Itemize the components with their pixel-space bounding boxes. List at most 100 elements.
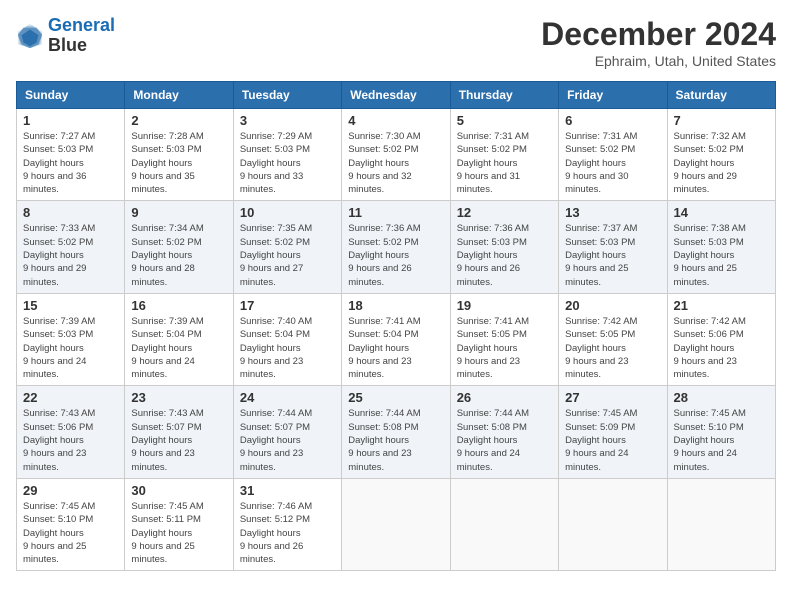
calendar-cell: 25 Sunrise: 7:44 AM Sunset: 5:08 PM Dayl… [342,386,450,478]
calendar-header-cell: Sunday [17,82,125,109]
day-number: 10 [240,205,335,220]
day-number: 4 [348,113,443,128]
day-info: Sunrise: 7:32 AM Sunset: 5:02 PM Dayligh… [674,130,769,196]
day-info: Sunrise: 7:39 AM Sunset: 5:03 PM Dayligh… [23,315,118,381]
calendar-cell: 19 Sunrise: 7:41 AM Sunset: 5:05 PM Dayl… [450,293,558,385]
calendar-cell: 3 Sunrise: 7:29 AM Sunset: 5:03 PM Dayli… [233,109,341,201]
calendar-week-row: 15 Sunrise: 7:39 AM Sunset: 5:03 PM Dayl… [17,293,776,385]
calendar-cell: 6 Sunrise: 7:31 AM Sunset: 5:02 PM Dayli… [559,109,667,201]
calendar-week-row: 22 Sunrise: 7:43 AM Sunset: 5:06 PM Dayl… [17,386,776,478]
day-info: Sunrise: 7:31 AM Sunset: 5:02 PM Dayligh… [565,130,660,196]
calendar-cell: 28 Sunrise: 7:45 AM Sunset: 5:10 PM Dayl… [667,386,775,478]
day-number: 9 [131,205,226,220]
calendar-body: 1 Sunrise: 7:27 AM Sunset: 5:03 PM Dayli… [17,109,776,571]
day-info: Sunrise: 7:43 AM Sunset: 5:07 PM Dayligh… [131,407,226,473]
day-number: 18 [348,298,443,313]
calendar-week-row: 29 Sunrise: 7:45 AM Sunset: 5:10 PM Dayl… [17,478,776,570]
day-number: 20 [565,298,660,313]
calendar-header-cell: Friday [559,82,667,109]
calendar-cell: 13 Sunrise: 7:37 AM Sunset: 5:03 PM Dayl… [559,201,667,293]
day-number: 19 [457,298,552,313]
day-info: Sunrise: 7:45 AM Sunset: 5:10 PM Dayligh… [674,407,769,473]
calendar-cell: 16 Sunrise: 7:39 AM Sunset: 5:04 PM Dayl… [125,293,233,385]
calendar-cell: 11 Sunrise: 7:36 AM Sunset: 5:02 PM Dayl… [342,201,450,293]
calendar-cell: 26 Sunrise: 7:44 AM Sunset: 5:08 PM Dayl… [450,386,558,478]
day-number: 2 [131,113,226,128]
calendar-cell: 29 Sunrise: 7:45 AM Sunset: 5:10 PM Dayl… [17,478,125,570]
day-number: 29 [23,483,118,498]
day-number: 6 [565,113,660,128]
calendar-cell: 15 Sunrise: 7:39 AM Sunset: 5:03 PM Dayl… [17,293,125,385]
calendar-header-cell: Monday [125,82,233,109]
day-info: Sunrise: 7:45 AM Sunset: 5:09 PM Dayligh… [565,407,660,473]
day-info: Sunrise: 7:28 AM Sunset: 5:03 PM Dayligh… [131,130,226,196]
day-info: Sunrise: 7:36 AM Sunset: 5:02 PM Dayligh… [348,222,443,288]
day-info: Sunrise: 7:31 AM Sunset: 5:02 PM Dayligh… [457,130,552,196]
calendar-header-cell: Wednesday [342,82,450,109]
calendar-cell [450,478,558,570]
calendar-cell: 8 Sunrise: 7:33 AM Sunset: 5:02 PM Dayli… [17,201,125,293]
calendar-cell: 2 Sunrise: 7:28 AM Sunset: 5:03 PM Dayli… [125,109,233,201]
day-number: 11 [348,205,443,220]
calendar-cell: 10 Sunrise: 7:35 AM Sunset: 5:02 PM Dayl… [233,201,341,293]
day-info: Sunrise: 7:37 AM Sunset: 5:03 PM Dayligh… [565,222,660,288]
calendar-cell: 17 Sunrise: 7:40 AM Sunset: 5:04 PM Dayl… [233,293,341,385]
calendar-cell: 31 Sunrise: 7:46 AM Sunset: 5:12 PM Dayl… [233,478,341,570]
calendar-cell: 23 Sunrise: 7:43 AM Sunset: 5:07 PM Dayl… [125,386,233,478]
day-info: Sunrise: 7:30 AM Sunset: 5:02 PM Dayligh… [348,130,443,196]
day-info: Sunrise: 7:38 AM Sunset: 5:03 PM Dayligh… [674,222,769,288]
day-number: 14 [674,205,769,220]
calendar-week-row: 8 Sunrise: 7:33 AM Sunset: 5:02 PM Dayli… [17,201,776,293]
page-header: General Blue December 2024 Ephraim, Utah… [16,16,776,69]
day-number: 8 [23,205,118,220]
day-number: 12 [457,205,552,220]
location: Ephraim, Utah, United States [541,53,776,69]
day-number: 1 [23,113,118,128]
logo-text: General Blue [48,16,115,56]
calendar-cell [559,478,667,570]
calendar-cell: 24 Sunrise: 7:44 AM Sunset: 5:07 PM Dayl… [233,386,341,478]
calendar-cell: 20 Sunrise: 7:42 AM Sunset: 5:05 PM Dayl… [559,293,667,385]
day-number: 5 [457,113,552,128]
day-info: Sunrise: 7:46 AM Sunset: 5:12 PM Dayligh… [240,500,335,566]
day-number: 31 [240,483,335,498]
day-info: Sunrise: 7:29 AM Sunset: 5:03 PM Dayligh… [240,130,335,196]
day-info: Sunrise: 7:33 AM Sunset: 5:02 PM Dayligh… [23,222,118,288]
day-number: 28 [674,390,769,405]
day-number: 27 [565,390,660,405]
day-info: Sunrise: 7:34 AM Sunset: 5:02 PM Dayligh… [131,222,226,288]
calendar-cell: 12 Sunrise: 7:36 AM Sunset: 5:03 PM Dayl… [450,201,558,293]
day-info: Sunrise: 7:39 AM Sunset: 5:04 PM Dayligh… [131,315,226,381]
calendar-cell: 14 Sunrise: 7:38 AM Sunset: 5:03 PM Dayl… [667,201,775,293]
day-info: Sunrise: 7:36 AM Sunset: 5:03 PM Dayligh… [457,222,552,288]
calendar-header-row: SundayMondayTuesdayWednesdayThursdayFrid… [17,82,776,109]
day-info: Sunrise: 7:44 AM Sunset: 5:08 PM Dayligh… [348,407,443,473]
day-info: Sunrise: 7:41 AM Sunset: 5:05 PM Dayligh… [457,315,552,381]
calendar-cell: 9 Sunrise: 7:34 AM Sunset: 5:02 PM Dayli… [125,201,233,293]
day-number: 21 [674,298,769,313]
day-info: Sunrise: 7:35 AM Sunset: 5:02 PM Dayligh… [240,222,335,288]
day-info: Sunrise: 7:44 AM Sunset: 5:07 PM Dayligh… [240,407,335,473]
day-number: 22 [23,390,118,405]
day-info: Sunrise: 7:42 AM Sunset: 5:06 PM Dayligh… [674,315,769,381]
day-info: Sunrise: 7:41 AM Sunset: 5:04 PM Dayligh… [348,315,443,381]
calendar-cell: 18 Sunrise: 7:41 AM Sunset: 5:04 PM Dayl… [342,293,450,385]
logo: General Blue [16,16,115,56]
day-number: 7 [674,113,769,128]
calendar-header-cell: Saturday [667,82,775,109]
day-number: 16 [131,298,226,313]
day-number: 25 [348,390,443,405]
calendar-cell: 1 Sunrise: 7:27 AM Sunset: 5:03 PM Dayli… [17,109,125,201]
day-info: Sunrise: 7:27 AM Sunset: 5:03 PM Dayligh… [23,130,118,196]
day-number: 13 [565,205,660,220]
day-info: Sunrise: 7:43 AM Sunset: 5:06 PM Dayligh… [23,407,118,473]
title-block: December 2024 Ephraim, Utah, United Stat… [541,16,776,69]
calendar-week-row: 1 Sunrise: 7:27 AM Sunset: 5:03 PM Dayli… [17,109,776,201]
calendar-cell [342,478,450,570]
day-number: 17 [240,298,335,313]
calendar-header-cell: Thursday [450,82,558,109]
day-number: 3 [240,113,335,128]
day-info: Sunrise: 7:45 AM Sunset: 5:11 PM Dayligh… [131,500,226,566]
day-number: 23 [131,390,226,405]
calendar-cell: 7 Sunrise: 7:32 AM Sunset: 5:02 PM Dayli… [667,109,775,201]
